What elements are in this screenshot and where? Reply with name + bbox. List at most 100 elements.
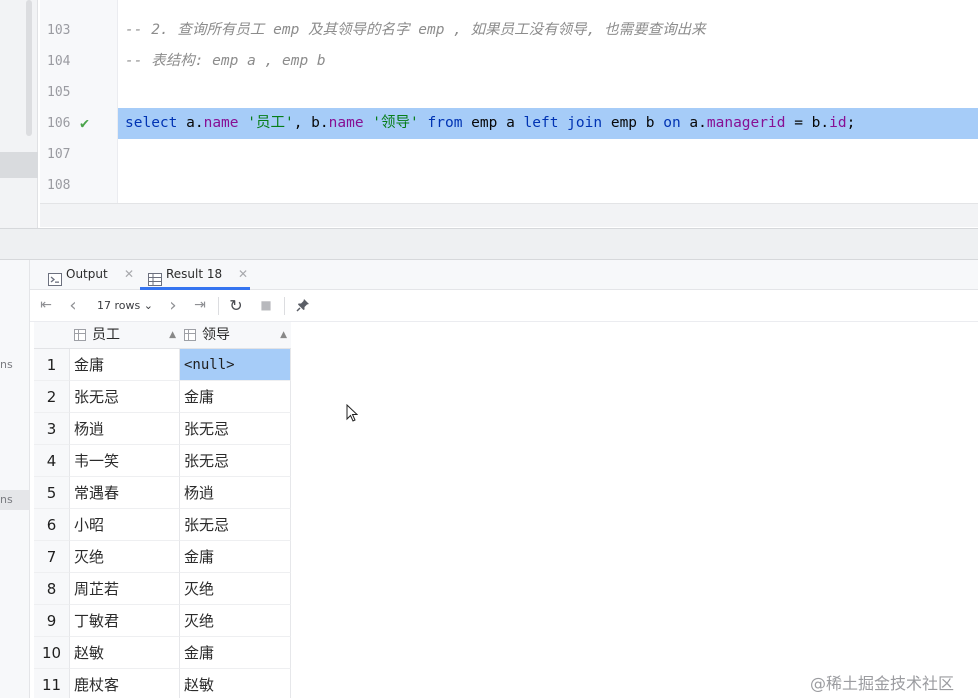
- cell-employee[interactable]: 小昭: [70, 509, 180, 541]
- row-number[interactable]: 1: [34, 349, 70, 381]
- sql-editor[interactable]: -- 2. 查询所有员工 emp 及其领导的名字 emp , 如果员工没有领导,…: [118, 0, 978, 203]
- cell-leader[interactable]: 灭绝: [180, 573, 291, 605]
- watermark: @稀土掘金技术社区: [810, 674, 955, 693]
- result-toolbar: ⇤ ‹ 17 rows ⌄ › ⇥ ↻ ■: [30, 290, 978, 322]
- tab-result-18[interactable]: Result 18 ✕: [140, 260, 250, 290]
- cell-employee[interactable]: 周芷若: [70, 573, 180, 605]
- side-text-fragment-selected: ns: [0, 490, 29, 510]
- toolbar-separator: [284, 297, 285, 315]
- sql-token: select: [125, 115, 178, 131]
- cell-leader[interactable]: 张无忌: [180, 413, 291, 445]
- splitter[interactable]: [0, 228, 978, 260]
- table-row[interactable]: 1 金庸 <null>: [34, 349, 291, 381]
- mouse-cursor-icon: [346, 403, 359, 424]
- stop-icon[interactable]: ■: [256, 290, 276, 321]
- cell-employee[interactable]: 张无忌: [70, 381, 180, 413]
- row-number[interactable]: 2: [34, 381, 70, 413]
- sql-token: left join: [523, 115, 603, 131]
- first-page-icon[interactable]: ⇤: [36, 290, 56, 321]
- cell-leader[interactable]: 杨逍: [180, 477, 291, 509]
- cell-leader[interactable]: 赵敏: [180, 669, 291, 698]
- toolbar-separator: [218, 297, 219, 315]
- cell-leader[interactable]: 金庸: [180, 637, 291, 669]
- table-row[interactable]: 11 鹿杖客 赵敏: [34, 669, 291, 698]
- sql-token: = b.: [785, 115, 830, 131]
- sort-arrows-icon[interactable]: ▲: [169, 322, 176, 349]
- tab-result-close-icon[interactable]: ✕: [238, 260, 248, 289]
- sql-token: emp a: [462, 115, 524, 131]
- row-number[interactable]: 6: [34, 509, 70, 541]
- row-number[interactable]: 3: [34, 413, 70, 445]
- column-header-employee[interactable]: 员工 ▲: [70, 322, 180, 349]
- line-number-text: 103: [47, 23, 71, 38]
- table-row[interactable]: 7 灭绝 金庸: [34, 541, 291, 573]
- next-page-icon[interactable]: ›: [164, 290, 182, 321]
- row-number[interactable]: 4: [34, 445, 70, 477]
- code-line[interactable]: [118, 139, 978, 170]
- line-number-text: 104: [47, 54, 71, 69]
- cell-employee[interactable]: 丁敏君: [70, 605, 180, 637]
- table-row[interactable]: 6 小昭 张无忌: [34, 509, 291, 541]
- table-row[interactable]: 9 丁敏君 灭绝: [34, 605, 291, 637]
- cell-leader[interactable]: 张无忌: [180, 445, 291, 477]
- code-line[interactable]: [118, 170, 978, 201]
- sql-token: '员工': [247, 115, 294, 131]
- cell-employee[interactable]: 杨逍: [70, 413, 180, 445]
- database-panel-edge: ns ns: [0, 260, 30, 698]
- editor-bottom-bar: [40, 203, 978, 227]
- table-row[interactable]: 3 杨逍 张无忌: [34, 413, 291, 445]
- line-number: 107: [40, 139, 118, 170]
- table-row[interactable]: 2 张无忌 金庸: [34, 381, 291, 413]
- table-row[interactable]: 4 韦一笑 张无忌: [34, 445, 291, 477]
- sql-token: from: [427, 115, 463, 131]
- row-number[interactable]: 10: [34, 637, 70, 669]
- code-line[interactable]: [118, 77, 978, 108]
- cell-employee[interactable]: 金庸: [70, 349, 180, 381]
- cell-employee[interactable]: 常遇春: [70, 477, 180, 509]
- tab-output-label: Output: [66, 267, 108, 281]
- cell-leader[interactable]: 金庸: [180, 381, 291, 413]
- row-number[interactable]: 7: [34, 541, 70, 573]
- pin-tab-icon[interactable]: [292, 290, 314, 321]
- cell-employee[interactable]: 鹿杖客: [70, 669, 180, 698]
- column-header-label: 领导: [202, 327, 230, 343]
- refresh-icon[interactable]: ↻: [226, 290, 246, 321]
- code-line-selected-sql[interactable]: select a.name '员工', b.name '领导' from emp…: [118, 108, 978, 139]
- line-number: 105: [40, 77, 118, 108]
- cell-leader[interactable]: 灭绝: [180, 605, 291, 637]
- table-row[interactable]: 10 赵敏 金庸: [34, 637, 291, 669]
- row-count-selector[interactable]: 17 rows ⌄: [92, 290, 158, 321]
- project-panel-scrollbar[interactable]: [26, 0, 32, 136]
- cell-leader[interactable]: 金庸: [180, 541, 291, 573]
- code-line[interactable]: -- 表结构: emp a , emp b: [118, 46, 978, 77]
- table-row[interactable]: 5 常遇春 杨逍: [34, 477, 291, 509]
- line-number-text: 108: [47, 178, 71, 193]
- sort-arrows-icon[interactable]: ▲: [280, 322, 287, 349]
- table-row[interactable]: 8 周芷若 灭绝: [34, 573, 291, 605]
- row-number[interactable]: 11: [34, 669, 70, 698]
- last-page-icon[interactable]: ⇥: [190, 290, 210, 321]
- prev-page-icon[interactable]: ‹: [64, 290, 82, 321]
- column-header-leader[interactable]: 领导 ▲: [180, 322, 291, 349]
- sql-token: name: [203, 115, 239, 131]
- tool-window-tabs: Output ✕ Result 18 ✕: [30, 260, 978, 290]
- sql-token: id: [829, 115, 847, 131]
- tab-output[interactable]: Output ✕: [40, 260, 136, 290]
- cell-leader[interactable]: 张无忌: [180, 509, 291, 541]
- row-number[interactable]: 8: [34, 573, 70, 605]
- code-line[interactable]: -- 2. 查询所有员工 emp 及其领导的名字 emp , 如果员工没有领导,…: [118, 15, 978, 46]
- executed-check-icon: ✔: [80, 114, 90, 132]
- cell-employee[interactable]: 韦一笑: [70, 445, 180, 477]
- cell-leader[interactable]: <null>: [180, 349, 291, 381]
- sql-token: on: [663, 115, 681, 131]
- column-icon: [74, 329, 86, 341]
- tab-output-close-icon[interactable]: ✕: [124, 260, 134, 289]
- tab-result-label: Result 18: [166, 267, 223, 281]
- cell-employee[interactable]: 赵敏: [70, 637, 180, 669]
- row-number[interactable]: 5: [34, 477, 70, 509]
- row-number[interactable]: 9: [34, 605, 70, 637]
- cell-employee[interactable]: 灭绝: [70, 541, 180, 573]
